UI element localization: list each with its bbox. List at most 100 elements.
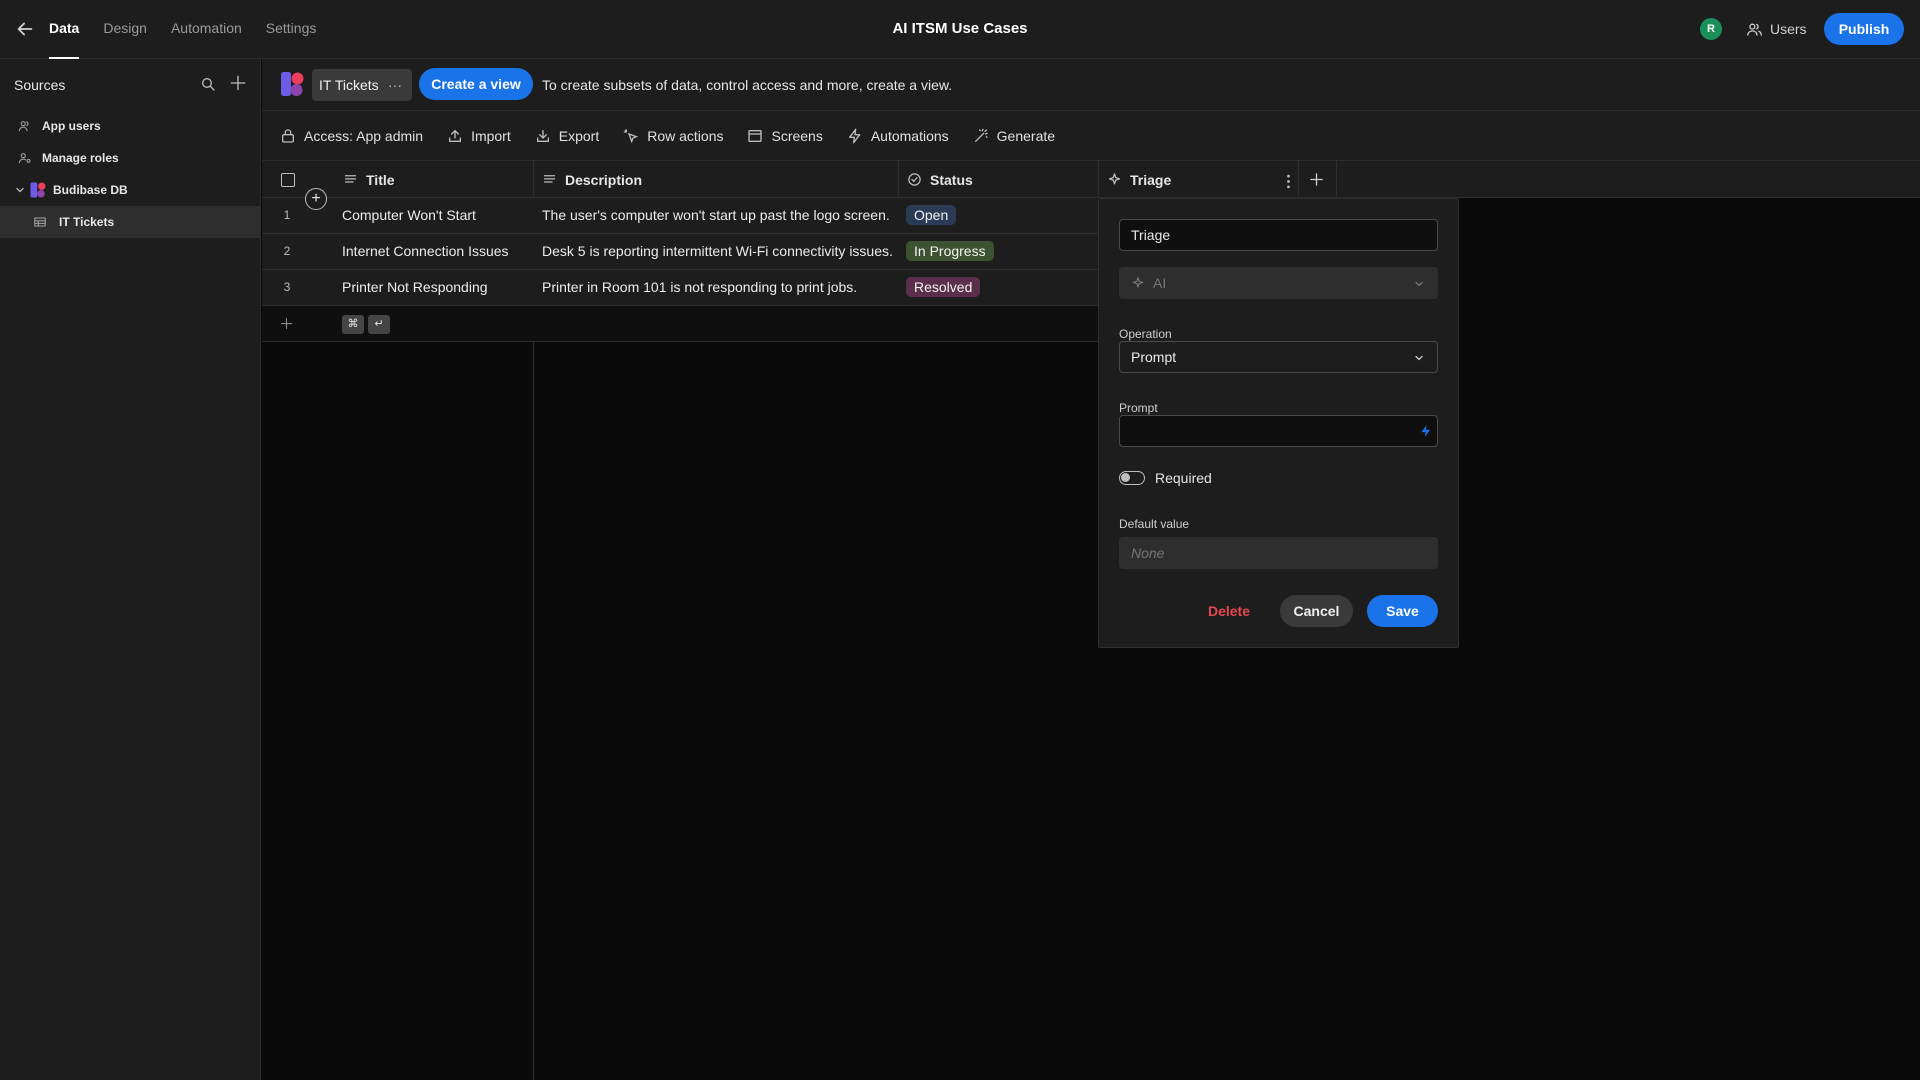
import-label: Import: [471, 127, 511, 144]
row-number: 1: [283, 208, 291, 222]
cell-status[interactable]: Open: [906, 198, 957, 234]
table-row[interactable]: 2 Internet Connection Issues Desk 5 is r…: [262, 234, 1098, 270]
cell-title[interactable]: Computer Won't Start: [342, 198, 476, 234]
column-header-status[interactable]: Status: [907, 161, 973, 198]
search-icon[interactable]: [200, 76, 216, 92]
column-type-value: AI: [1153, 275, 1167, 291]
sidebar-item-label: Budibase DB: [53, 183, 128, 197]
cell-description[interactable]: The user's computer won't start up past …: [542, 198, 890, 234]
budibase-logo-icon: [29, 181, 47, 199]
import-button[interactable]: Import: [447, 128, 511, 144]
ai-sparkle-icon: [1131, 276, 1145, 290]
export-label: Export: [558, 127, 600, 144]
tab-automation[interactable]: Automation: [171, 0, 242, 59]
delete-button[interactable]: Delete: [1197, 595, 1261, 627]
pointer-click-icon: [623, 128, 639, 144]
column-label: Status: [930, 171, 973, 188]
required-toggle[interactable]: [1119, 471, 1145, 485]
more-options-icon[interactable]: ···: [388, 69, 402, 101]
generate-label: Generate: [996, 127, 1056, 144]
table-actions-bar: Access: App admin Import Export Row acti…: [262, 111, 1920, 161]
data-grid: Title Description Status Triage 1 Comput…: [262, 161, 1920, 1080]
row-actions-button[interactable]: Row actions: [623, 128, 723, 144]
download-icon: [535, 128, 551, 144]
table-icon: [33, 215, 47, 229]
row-number: 3: [283, 280, 291, 294]
budibase-logo-icon: [280, 71, 304, 97]
access-label: Access: App admin: [304, 127, 424, 144]
binding-lightning-icon[interactable]: [1419, 423, 1433, 439]
check-circle-icon: [907, 172, 922, 187]
column-header-triage[interactable]: Triage: [1107, 161, 1307, 198]
sidebar-item-label: IT Tickets: [59, 215, 115, 229]
create-view-hint: To create subsets of data, control acces…: [542, 77, 953, 93]
tab-settings[interactable]: Settings: [266, 0, 317, 59]
column-divider: [1336, 161, 1337, 198]
table-row[interactable]: 3 Printer Not Responding Printer in Room…: [262, 270, 1098, 306]
tab-data[interactable]: Data: [49, 0, 80, 59]
automations-label: Automations: [870, 127, 949, 144]
users-label: Users: [1770, 21, 1807, 37]
new-row[interactable]: ⌘ ↵: [262, 306, 1098, 342]
insert-row-button[interactable]: +: [305, 188, 327, 210]
cell-title[interactable]: Printer Not Responding: [342, 270, 488, 306]
cell-status[interactable]: Resolved: [906, 270, 981, 306]
command-key-icon: ⌘: [342, 315, 364, 334]
column-edit-panel: AI Operation Prompt Prompt Required Defa…: [1098, 198, 1459, 648]
users-button[interactable]: Users: [1746, 18, 1807, 40]
automations-button[interactable]: Automations: [847, 128, 949, 144]
chevron-down-icon[interactable]: [14, 184, 26, 196]
operation-label: Operation: [1119, 327, 1172, 341]
cell-description[interactable]: Printer in Room 101 is not responding to…: [542, 270, 857, 306]
access-button[interactable]: Access: App admin: [280, 128, 423, 144]
column-label: Triage: [1130, 171, 1172, 188]
publish-button[interactable]: Publish: [1824, 13, 1904, 45]
main-nav: Data Design Automation Settings: [49, 0, 316, 59]
sidebar-item-manage-roles[interactable]: Manage roles: [0, 142, 260, 174]
lightning-icon: [847, 128, 863, 144]
table-row[interactable]: 1 Computer Won't Start The user's comput…: [262, 198, 1098, 234]
select-all-checkbox[interactable]: [281, 173, 295, 187]
column-type-select: AI: [1119, 267, 1438, 299]
cell-title[interactable]: Internet Connection Issues: [342, 234, 509, 270]
lock-icon: [280, 128, 296, 144]
grid-header: Title Description Status Triage: [262, 161, 1920, 198]
sidebar-item-it-tickets[interactable]: IT Tickets: [0, 206, 260, 238]
column-header-description[interactable]: Description: [542, 161, 642, 198]
screens-button[interactable]: Screens: [747, 128, 823, 144]
table-tabs-bar: IT Tickets ··· Create a view To create s…: [262, 59, 1920, 111]
sidebar-item-budibase-db[interactable]: Budibase DB: [0, 174, 260, 206]
cell-description[interactable]: Desk 5 is reporting intermittent Wi-Fi c…: [542, 234, 893, 270]
chevron-down-icon: [1413, 352, 1425, 364]
required-label: Required: [1155, 470, 1212, 486]
export-button[interactable]: Export: [535, 128, 599, 144]
column-header-title[interactable]: Title: [343, 161, 395, 198]
generate-button[interactable]: Generate: [973, 128, 1055, 144]
table-tab-it-tickets[interactable]: IT Tickets ···: [312, 69, 412, 101]
cell-status[interactable]: In Progress: [906, 234, 994, 270]
default-value-input[interactable]: [1119, 537, 1438, 569]
column-divider: [1098, 161, 1099, 198]
back-arrow-icon[interactable]: [14, 18, 36, 40]
operation-select[interactable]: Prompt: [1119, 341, 1438, 373]
create-view-button[interactable]: Create a view: [419, 68, 533, 100]
column-name-input[interactable]: [1119, 219, 1438, 251]
save-button[interactable]: Save: [1367, 595, 1438, 627]
prompt-input[interactable]: [1119, 415, 1438, 447]
cancel-button[interactable]: Cancel: [1280, 595, 1353, 627]
sources-heading: Sources: [14, 77, 66, 93]
prompt-label: Prompt: [1119, 401, 1158, 415]
add-column-icon[interactable]: [1308, 171, 1325, 188]
sidebar-item-app-users[interactable]: App users: [0, 110, 260, 142]
add-source-icon[interactable]: [228, 73, 248, 93]
ai-sparkle-icon: [1107, 172, 1122, 187]
column-menu-icon[interactable]: [1281, 174, 1296, 189]
sources-sidebar: Sources App users Manage roles Budibase …: [0, 59, 261, 1080]
avatar[interactable]: R: [1700, 18, 1722, 40]
screen-icon: [747, 128, 763, 144]
row-number: 2: [283, 244, 291, 258]
add-row-icon[interactable]: [279, 316, 294, 331]
tab-design[interactable]: Design: [103, 0, 147, 59]
upload-icon: [447, 128, 463, 144]
column-divider: [1298, 161, 1299, 198]
